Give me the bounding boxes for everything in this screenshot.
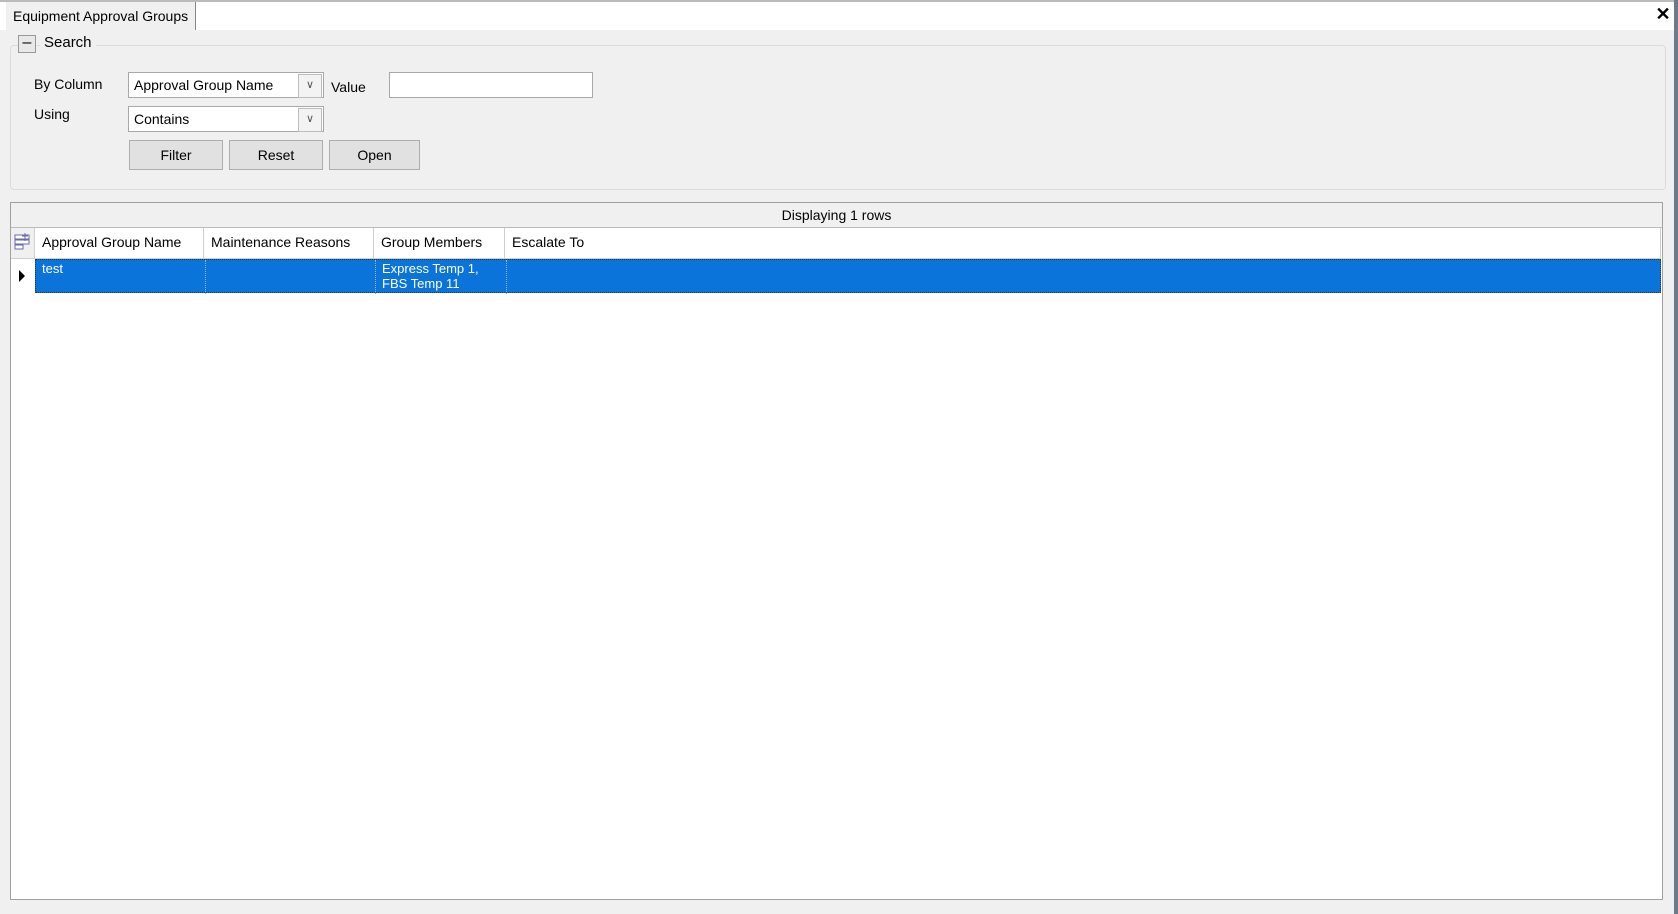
cell-group-members[interactable]: Express Temp 1, FBS Temp 11: [375, 260, 506, 294]
grid-caption: Displaying 1 rows: [11, 203, 1662, 228]
row-selector[interactable]: [11, 259, 35, 293]
by-column-select[interactable]: Approval Group Name ∨: [128, 72, 324, 98]
cell-escalate-to[interactable]: [506, 260, 1660, 294]
current-row-arrow-icon: [19, 270, 25, 282]
value-input[interactable]: [389, 72, 593, 98]
column-header-maintenance-reasons[interactable]: Maintenance Reasons: [204, 228, 374, 259]
minus-icon: –: [22, 34, 32, 51]
filter-button[interactable]: Filter: [129, 140, 223, 170]
tab-equipment-approval-groups[interactable]: Equipment Approval Groups: [6, 2, 197, 30]
by-column-label: By Column: [34, 76, 103, 92]
tab-strip: [0, 0, 1678, 30]
value-label: Value: [331, 79, 366, 95]
collapse-search-button[interactable]: –: [18, 35, 36, 53]
using-label: Using: [34, 106, 70, 122]
column-chooser-button[interactable]: [11, 228, 35, 259]
close-icon[interactable]: ✕: [1652, 2, 1674, 26]
chevron-down-icon[interactable]: ∨: [298, 108, 322, 132]
column-chooser-icon: [14, 233, 30, 250]
using-value: Contains: [134, 111, 190, 127]
table-row[interactable]: test Express Temp 1, FBS Temp 11: [35, 259, 1661, 294]
window-border: [1674, 0, 1678, 914]
using-select[interactable]: Contains ∨: [128, 106, 324, 132]
cell-maintenance-reasons[interactable]: [205, 260, 375, 294]
by-column-value: Approval Group Name: [134, 77, 274, 93]
cell-approval-group-name[interactable]: test: [36, 260, 205, 294]
search-group-title: Search: [40, 34, 96, 51]
chevron-down-icon[interactable]: ∨: [298, 74, 322, 98]
open-button[interactable]: Open: [329, 140, 420, 170]
reset-button[interactable]: Reset: [229, 140, 323, 170]
results-grid: Displaying 1 rows Approval Group Name Ma…: [10, 202, 1663, 900]
column-header-approval-group-name[interactable]: Approval Group Name: [35, 228, 204, 259]
column-header-group-members[interactable]: Group Members: [374, 228, 505, 259]
column-header-escalate-to[interactable]: Escalate To: [505, 228, 1661, 259]
